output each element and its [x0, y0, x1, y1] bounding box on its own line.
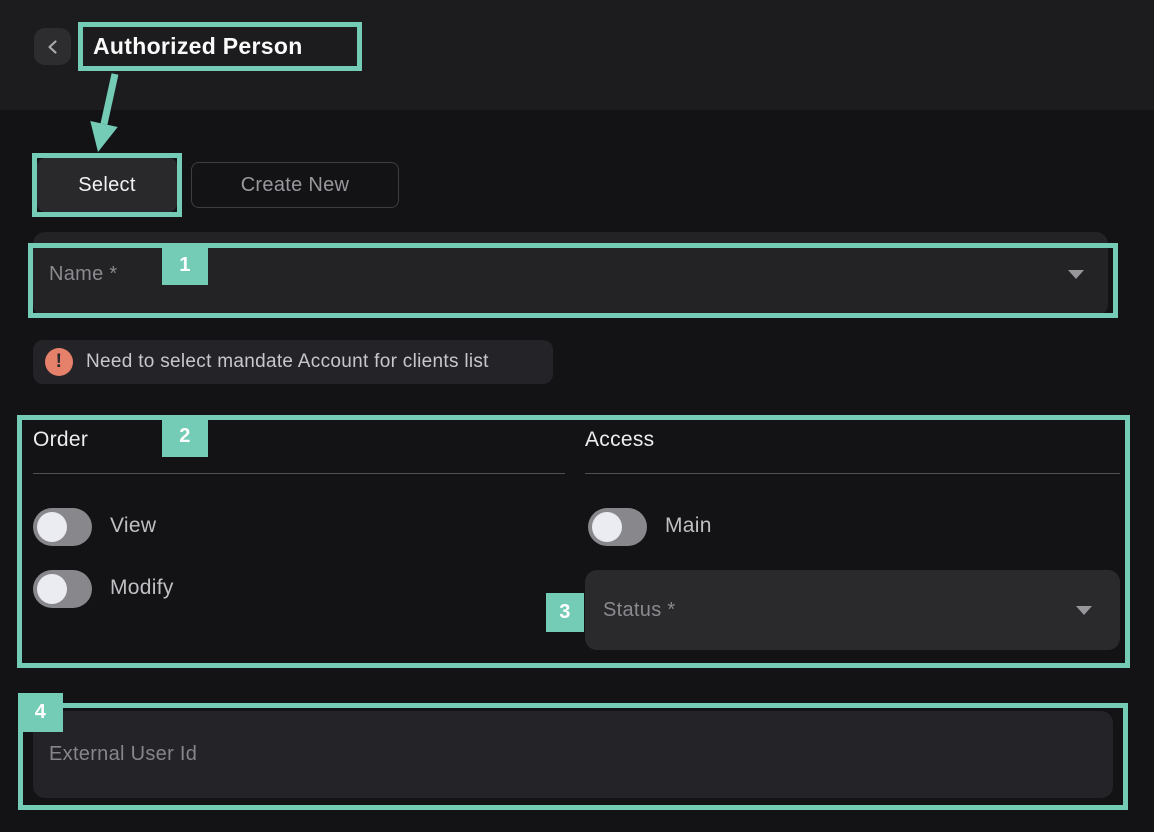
back-button[interactable] — [34, 28, 71, 65]
view-toggle-label: View — [110, 514, 156, 538]
annotation-badge-4: 4 — [18, 693, 63, 732]
main-toggle[interactable] — [588, 508, 647, 546]
chevron-left-icon — [45, 39, 61, 55]
access-divider — [585, 473, 1120, 474]
warning-icon: ! — [45, 348, 73, 376]
modify-toggle-knob — [37, 574, 67, 604]
select-tab-button[interactable]: Select — [37, 158, 177, 212]
modify-toggle[interactable] — [33, 570, 92, 608]
modify-toggle-label: Modify — [110, 576, 174, 600]
warning-text: Need to select mandate Account for clien… — [86, 351, 489, 373]
page-title: Authorized Person — [83, 27, 357, 66]
access-section-title: Access — [585, 428, 655, 452]
view-toggle-knob — [37, 512, 67, 542]
annotation-box-select: Select — [32, 153, 182, 217]
create-new-tab-button[interactable]: Create New — [191, 162, 399, 208]
annotation-box-title: Authorized Person — [78, 22, 362, 71]
authorized-person-screen: Authorized Person Select Create New Name… — [0, 0, 1154, 832]
order-divider — [33, 473, 565, 474]
status-select[interactable]: Status * — [585, 570, 1120, 650]
main-toggle-knob — [592, 512, 622, 542]
main-toggle-label: Main — [665, 514, 712, 538]
chevron-down-icon — [1076, 606, 1092, 615]
annotation-arrow — [86, 72, 134, 165]
view-toggle[interactable] — [33, 508, 92, 546]
external-user-id-input[interactable] — [33, 711, 1113, 798]
warning-banner: ! Need to select mandate Account for cli… — [33, 340, 553, 384]
annotation-badge-3: 3 — [546, 593, 584, 632]
order-section-title: Order — [33, 428, 88, 452]
annotation-badge-2: 2 — [162, 415, 208, 457]
annotation-badge-1: 1 — [162, 245, 208, 285]
status-select-label: Status * — [603, 570, 675, 650]
